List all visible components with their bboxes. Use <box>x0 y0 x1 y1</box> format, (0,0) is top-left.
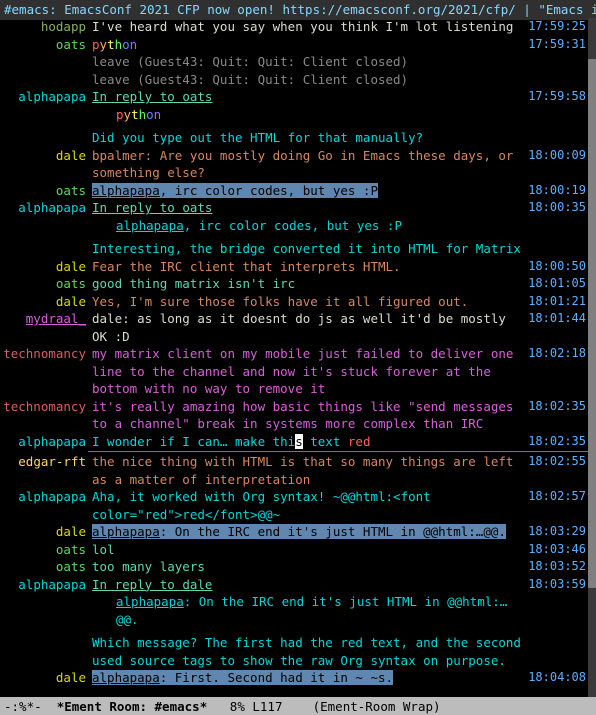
timestamp: 18:03:29 <box>528 523 586 541</box>
message-text: Aha, it worked with Org syntax! ~@@html:… <box>92 488 524 523</box>
scrollbar[interactable] <box>588 18 596 697</box>
nick-technomancy[interactable]: technomancy <box>2 398 88 433</box>
reply-link[interactable]: In reply to dale <box>92 577 212 592</box>
title-bar: #emacs: EmacsConf 2021 CFP now open! htt… <box>0 0 596 20</box>
reply-link[interactable]: In reply to oats <box>92 200 212 215</box>
timestamp: 18:02:18 <box>528 345 586 398</box>
message-text: Interesting, the bridge converted it int… <box>92 240 524 258</box>
reply-link[interactable]: In reply to oats <box>92 89 212 104</box>
message-text: Yes, I'm sure those folks have it all fi… <box>92 293 524 311</box>
timestamp: 18:01:21 <box>528 293 586 311</box>
timestamp: 18:02:55 <box>528 453 586 488</box>
message-text: the nice thing with HTML is that so many… <box>92 453 524 488</box>
timestamp: 17:59:25 <box>528 18 586 36</box>
message-text: good thing matrix isn't irc <box>92 275 524 293</box>
nick-oats[interactable]: oats <box>2 182 88 200</box>
timestamp: 18:02:57 <box>528 488 586 523</box>
message-text: alphapapa: On the IRC end it's just HTML… <box>92 523 524 541</box>
reply-header: In reply to dale <box>92 576 524 594</box>
quoted-message: alphapapa: On the IRC end it's just HTML… <box>92 593 524 628</box>
message-text: Fear the IRC client that interprets HTML… <box>92 258 524 276</box>
read-marker <box>88 451 588 452</box>
message-text: my matrix client on my mobile just faile… <box>92 345 524 398</box>
nick-oats[interactable]: oats <box>2 558 88 576</box>
nick-dale[interactable]: dale <box>2 147 88 182</box>
nick-alphapapa[interactable]: alphapapa <box>2 488 88 523</box>
nick-oats[interactable]: oats <box>2 541 88 559</box>
timestamp: 18:01:05 <box>528 275 586 293</box>
nick-alphapapa[interactable]: alphapapa <box>2 88 88 106</box>
reply-header: In reply to oats <box>92 199 524 217</box>
message-text: alphapapa, irc color codes, but yes :P <box>92 182 524 200</box>
timestamp: 18:00:35 <box>528 199 586 217</box>
timestamp: 18:02:35 <box>528 398 586 433</box>
timestamp: 18:00:09 <box>528 147 586 182</box>
nick-edgar-rft[interactable]: edgar-rft <box>2 453 88 488</box>
mention-alphapapa[interactable]: alphapapa <box>116 218 184 233</box>
scrollbar-thumb[interactable] <box>588 59 596 589</box>
timestamp: 17:59:58 <box>528 88 586 106</box>
modeline-position: 8% L117 <box>230 699 283 714</box>
nick-alphapapa[interactable]: alphapapa <box>2 199 88 217</box>
nick-alphapapa[interactable]: alphapapa <box>2 433 88 451</box>
modeline-flags: -:%*- <box>4 699 42 714</box>
nick-oats[interactable]: oats <box>2 36 88 54</box>
mode-line: -:%*- *Ement Room: #emacs* 8% L117 (Emen… <box>0 697 596 715</box>
message-text: Which message? The first had the red tex… <box>92 634 524 669</box>
system-message: leave (Guest43: Quit: Quit: Client close… <box>92 71 524 89</box>
nick-alphapapa[interactable]: alphapapa <box>2 576 88 594</box>
timestamp: 18:00:50 <box>528 258 586 276</box>
timestamp: 18:04:08 <box>528 669 586 687</box>
message-text: Did you type out the HTML for that manua… <box>92 129 524 147</box>
modeline-mode: (Ement-Room Wrap) <box>313 699 441 714</box>
quoted-message: alphapapa, irc color codes, but yes :P <box>92 217 524 235</box>
mention-alphapapa[interactable]: alphapapa <box>92 670 160 685</box>
mention-alphapapa[interactable]: alphapapa <box>92 524 160 539</box>
message-text: alphapapa: First. Second had it in ~ ~s. <box>92 669 524 687</box>
nick-mydraal[interactable]: mydraal_ <box>2 310 88 345</box>
nick-dale[interactable]: dale <box>2 258 88 276</box>
timestamp: 18:02:35 <box>528 433 586 451</box>
message-text: bpalmer: Are you mostly doing Go in Emac… <box>92 147 524 182</box>
timestamp: 18:03:52 <box>528 558 586 576</box>
timestamp: 17:59:31 <box>528 36 586 54</box>
mention-alphapapa[interactable]: alphapapa <box>92 183 160 198</box>
nick-oats[interactable]: oats <box>2 275 88 293</box>
system-message: leave (Guest43: Quit: Quit: Client close… <box>92 53 524 71</box>
message-text: python <box>92 36 524 54</box>
nick-dale[interactable]: dale <box>2 523 88 541</box>
message-buffer[interactable]: hodapp I've heard what you say when you … <box>0 18 588 697</box>
nick-dale[interactable]: dale <box>2 669 88 687</box>
message-text: I've heard what you say when you think I… <box>92 18 524 36</box>
nick-hodapp[interactable]: hodapp <box>2 18 88 36</box>
quoted-message: python <box>92 106 524 124</box>
message-text: too many layers <box>92 558 524 576</box>
text-cursor: s <box>295 434 303 449</box>
channel-topic: EmacsConf 2021 CFP now open! https://ema… <box>64 2 596 17</box>
nick-technomancy[interactable]: technomancy <box>2 345 88 398</box>
channel-name: #emacs <box>4 2 49 17</box>
timestamp: 18:03:59 <box>528 576 586 594</box>
nick-dale[interactable]: dale <box>2 293 88 311</box>
message-text: it's really amazing how basic things lik… <box>92 398 524 433</box>
message-text: dale: as long as it doesnt do js as well… <box>92 310 524 345</box>
timestamp: 18:01:44 <box>528 310 586 345</box>
mention-alphapapa[interactable]: alphapapa <box>116 594 184 609</box>
message-text: lol <box>92 541 524 559</box>
timestamp: 18:03:46 <box>528 541 586 559</box>
reply-header: In reply to oats <box>92 88 524 106</box>
timestamp: 18:00:19 <box>528 182 586 200</box>
buffer-name: *Ement Room: #emacs* <box>57 699 208 714</box>
input-line[interactable]: I wonder if I can… make this text red <box>92 433 524 451</box>
